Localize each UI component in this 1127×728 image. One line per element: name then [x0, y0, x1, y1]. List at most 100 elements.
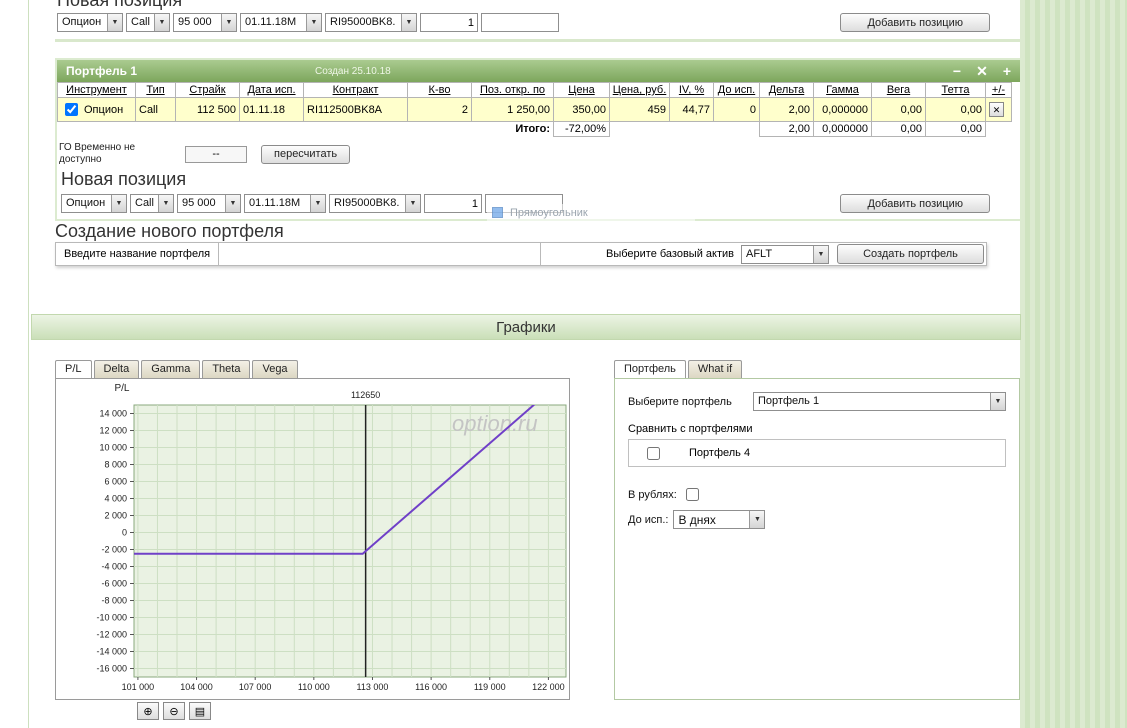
price-input[interactable]: [481, 13, 559, 32]
col-header-theta[interactable]: Тетта: [926, 83, 986, 98]
svg-text:107 000: 107 000: [239, 682, 272, 692]
recalculate-button[interactable]: пересчитать: [261, 145, 350, 164]
cell-instrument: Опцион: [84, 104, 123, 116]
close-icon[interactable]: ✕: [976, 64, 988, 78]
compare-list: Портфель 4: [628, 439, 1006, 467]
tab-delta[interactable]: Delta: [94, 360, 140, 378]
strike-select[interactable]: 95 000 ▼: [177, 194, 241, 213]
col-header-qty[interactable]: К-во: [408, 83, 472, 98]
chart-settings-button[interactable]: ▤: [189, 702, 211, 720]
col-header-contract[interactable]: Контракт: [304, 83, 408, 98]
col-header-iv[interactable]: IV, %: [670, 83, 714, 98]
chevron-down-icon: ▼: [405, 195, 420, 212]
totals-gamma: 0,000000: [814, 122, 872, 137]
tab-what-if[interactable]: What if: [688, 360, 742, 378]
create-portfolio-title: Создание нового портфеля: [55, 221, 1020, 242]
zoom-out-button[interactable]: ⊖: [163, 702, 185, 720]
chevron-down-icon: ▼: [225, 195, 240, 212]
svg-text:0: 0: [122, 528, 127, 538]
base-asset-select-value: AFLT: [742, 246, 813, 263]
create-portfolio-button[interactable]: Создать портфель: [837, 244, 984, 264]
add-position-button[interactable]: Добавить позицию: [840, 194, 990, 213]
chevron-down-icon: ▼: [813, 246, 828, 263]
col-header-delta[interactable]: Дельта: [760, 83, 814, 98]
contract-select[interactable]: RI95000BK8. ▼: [329, 194, 421, 213]
col-header-instrument[interactable]: Инструмент: [58, 83, 136, 98]
portfolio-name-input[interactable]: [219, 243, 541, 265]
instrument-select[interactable]: Опцион ▼: [61, 194, 127, 213]
tab-portfolio[interactable]: Портфель: [614, 360, 686, 378]
table-header-row: Инструмент Тип Страйк Дата исп. Контракт…: [58, 83, 1012, 98]
tab-theta[interactable]: Theta: [202, 360, 250, 378]
option-type-select[interactable]: Call ▼: [126, 13, 170, 32]
portfolio-name-label: Введите название портфеля: [56, 243, 219, 265]
portfolio-block: Портфель 1 Создан 25.10.18 − ✕ + Инструм…: [55, 58, 1022, 221]
col-header-days[interactable]: До исп.: [714, 83, 760, 98]
col-header-open-price[interactable]: Поз. откр. по: [472, 83, 554, 98]
totals-delta: 2,00: [760, 122, 814, 137]
col-header-price[interactable]: Цена: [554, 83, 610, 98]
svg-text:112650: 112650: [351, 390, 380, 400]
col-header-vega[interactable]: Вега: [872, 83, 926, 98]
col-header-expiry[interactable]: Дата исп.: [240, 83, 304, 98]
add-position-button[interactable]: Добавить позицию: [840, 13, 990, 32]
expiry-select[interactable]: 01.11.18M ▼: [240, 13, 322, 32]
chevron-down-icon: ▼: [154, 14, 169, 31]
option-type-select-value: Call: [127, 14, 154, 31]
col-header-type[interactable]: Тип: [136, 83, 176, 98]
qty-input[interactable]: [424, 194, 482, 213]
totals-vega: 0,00: [872, 122, 926, 137]
pl-chart-box: 14 00012 00010 0008 0006 0004 0002 0000-…: [55, 378, 570, 700]
position-row: Опцион Call 112 500 01.11.18 RI112500BK8…: [58, 98, 1012, 122]
portfolio-created-date: Создан 25.10.18: [315, 66, 391, 77]
minimize-icon[interactable]: −: [953, 64, 961, 78]
chevron-down-icon: ▼: [158, 195, 173, 212]
tab-vega[interactable]: Vega: [252, 360, 297, 378]
base-asset-label: Выберите базовый актив: [606, 248, 741, 260]
days-select[interactable]: В днях ▼: [673, 510, 765, 529]
content-area: Новая позиция Опцион ▼ Call ▼ 95 000 ▼ 0…: [28, 0, 1020, 728]
portfolio-window-buttons: − ✕ +: [953, 64, 1011, 78]
chevron-down-icon: ▼: [221, 14, 236, 31]
rubles-checkbox[interactable]: [686, 488, 699, 501]
option-type-select[interactable]: Call ▼: [130, 194, 174, 213]
rubles-label: В рублях:: [628, 489, 677, 501]
chevron-down-icon: ▼: [306, 14, 321, 31]
new-position-title: Новая позиция: [57, 0, 182, 11]
compare-portfolio-checkbox[interactable]: [647, 447, 660, 460]
totals-row: Итого: -72,00% 2,00 0,000000 0,00 0,00: [58, 122, 1012, 137]
cell-iv: 44,77: [670, 98, 714, 122]
totals-theta: 0,00: [926, 122, 986, 137]
qty-input[interactable]: [420, 13, 478, 32]
cell-strike: 112 500: [176, 98, 240, 122]
tab-pl[interactable]: P/L: [55, 360, 92, 378]
svg-text:4 000: 4 000: [104, 494, 127, 504]
panel-tabs: Портфель What if: [614, 360, 1020, 378]
instrument-select-value: Опцион: [58, 14, 107, 31]
chevron-down-icon: ▼: [401, 14, 416, 31]
add-icon[interactable]: +: [1003, 64, 1011, 78]
contract-select[interactable]: RI95000BK8. ▼: [325, 13, 417, 32]
col-header-price-rub[interactable]: Цена, руб.: [610, 83, 670, 98]
svg-text:-2 000: -2 000: [101, 545, 127, 555]
cell-gamma: 0,000000: [814, 98, 872, 122]
rectangle-tool-icon: [492, 207, 503, 218]
remove-position-button[interactable]: ✕: [989, 102, 1004, 117]
instrument-select[interactable]: Опцион ▼: [57, 13, 123, 32]
zoom-in-button[interactable]: ⊕: [137, 702, 159, 720]
col-header-strike[interactable]: Страйк: [176, 83, 240, 98]
svg-text:8 000: 8 000: [104, 460, 127, 470]
expiry-select[interactable]: 01.11.18M ▼: [244, 194, 326, 213]
base-asset-select[interactable]: AFLT ▼: [741, 245, 829, 264]
col-header-gamma[interactable]: Гамма: [814, 83, 872, 98]
position-checkbox[interactable]: [65, 103, 78, 116]
strike-select[interactable]: 95 000 ▼: [173, 13, 237, 32]
svg-text:-6 000: -6 000: [101, 579, 127, 589]
tab-gamma[interactable]: Gamma: [141, 360, 200, 378]
select-portfolio-label: Выберите портфель: [628, 396, 732, 408]
go-label: ГО Временно не доступно: [59, 142, 171, 166]
cell-vega: 0,00: [872, 98, 926, 122]
option-type-select-value: Call: [131, 195, 158, 212]
chevron-down-icon: ▼: [749, 511, 764, 528]
portfolio-select[interactable]: Портфель 1 ▼: [753, 392, 1006, 411]
